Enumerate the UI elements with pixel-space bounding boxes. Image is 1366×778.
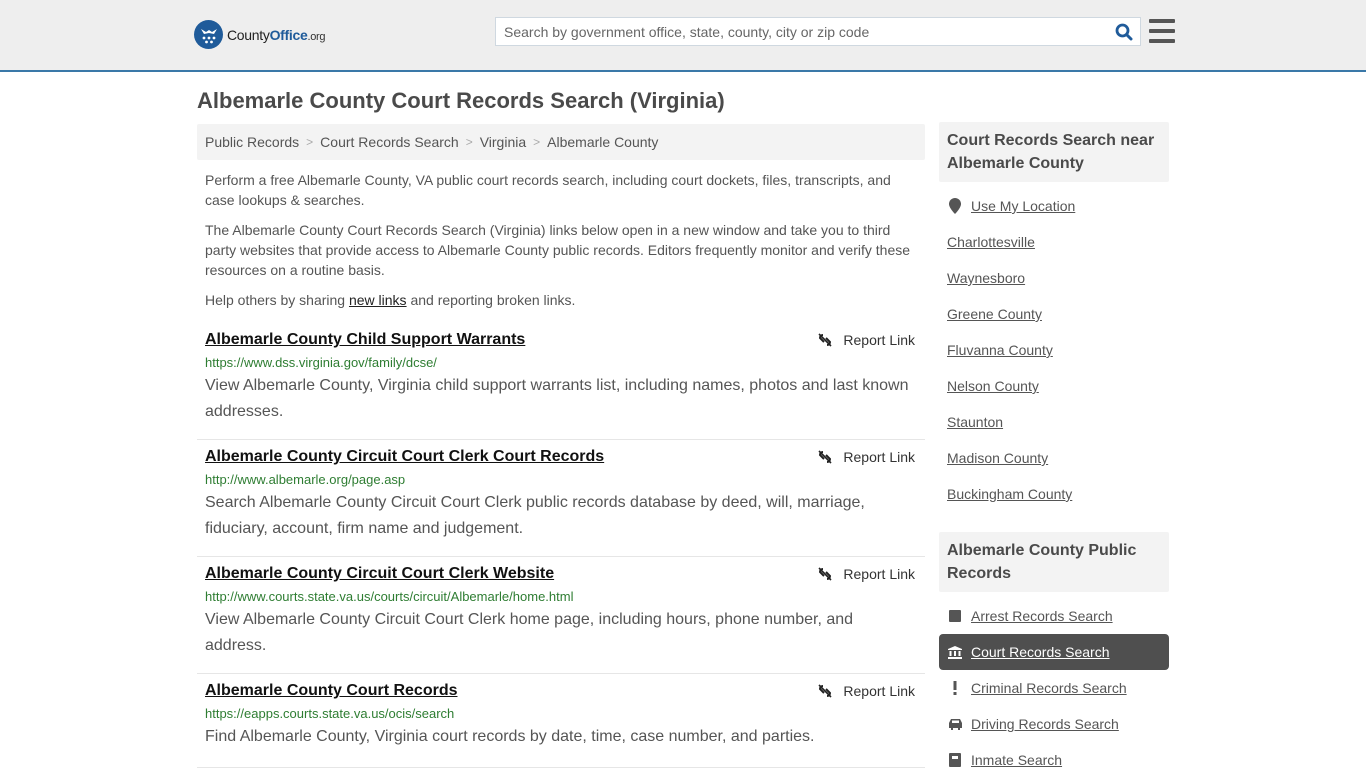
listing-description: View Albemarle County, Virginia child su… xyxy=(205,377,909,420)
public-records-heading: Albemarle County Public Records xyxy=(939,532,1169,592)
nearby-item: Staunton xyxy=(939,404,1169,440)
listing-url[interactable]: http://www.albemarle.org/page.asp xyxy=(205,472,917,487)
report-link-button[interactable]: Report Link xyxy=(817,683,915,699)
breadcrumb-virginia[interactable]: Virginia xyxy=(480,134,526,150)
use-my-location-item: Use My Location xyxy=(939,188,1169,224)
menu-bar-icon xyxy=(1149,29,1175,33)
listing-url[interactable]: https://eapps.courts.state.va.us/ocis/se… xyxy=(205,706,917,721)
menu-bar-icon xyxy=(1149,19,1175,23)
nearby-item: Waynesboro xyxy=(939,260,1169,296)
nearby-item: Fluvanna County xyxy=(939,332,1169,368)
nearby-link-madison-county[interactable]: Madison County xyxy=(947,450,1048,466)
nearby-item: Greene County xyxy=(939,296,1169,332)
nearby-link-charlottesville[interactable]: Charlottesville xyxy=(947,234,1035,250)
nearby-link-waynesboro[interactable]: Waynesboro xyxy=(947,270,1025,286)
report-link-label: Report Link xyxy=(843,683,915,699)
public-records-item: Driving Records Search xyxy=(939,706,1169,742)
nearby-item: Nelson County xyxy=(939,368,1169,404)
inmate-icon xyxy=(947,753,963,767)
criminal-records-search-link[interactable]: Criminal Records Search xyxy=(971,680,1127,696)
arrest-records-search-link[interactable]: Arrest Records Search xyxy=(971,608,1113,624)
eagle-stars-logo-icon xyxy=(194,20,223,49)
broken-link-icon xyxy=(818,333,832,347)
nearby-item: Buckingham County xyxy=(939,476,1169,512)
sidebar: Court Records Search near Albemarle Coun… xyxy=(939,122,1169,778)
logo-wordmark: CountyOffice.org xyxy=(227,26,326,43)
listing-item: Albemarle County Circuit Court Clerk Cou… xyxy=(197,440,925,557)
intro-p3-text-end: and reporting broken links. xyxy=(406,292,576,308)
logo-word-county: County xyxy=(227,26,270,43)
report-link-button[interactable]: Report Link xyxy=(817,449,915,465)
listing-description: Find Albemarle County, Virginia court re… xyxy=(205,728,815,745)
breadcrumb-court-records-search[interactable]: Court Records Search xyxy=(320,134,459,150)
nearby-item: Madison County xyxy=(939,440,1169,476)
search-icon xyxy=(1115,23,1133,40)
site-logo[interactable]: CountyOffice.org xyxy=(194,20,326,49)
broken-link-icon xyxy=(818,450,832,464)
listing-title-link[interactable]: Albemarle County Circuit Court Clerk Cou… xyxy=(205,448,604,466)
listing-description: View Albemarle County Circuit Court Cler… xyxy=(205,611,854,654)
nearby-link-nelson-county[interactable]: Nelson County xyxy=(947,378,1039,394)
car-icon xyxy=(947,718,963,730)
use-my-location-link[interactable]: Use My Location xyxy=(971,198,1075,214)
listing-url[interactable]: https://www.dss.virginia.gov/family/dcse… xyxy=(205,355,917,370)
breadcrumb-public-records[interactable]: Public Records xyxy=(205,134,299,150)
nearby-link-fluvanna-county[interactable]: Fluvanna County xyxy=(947,342,1053,358)
nearby-list: Use My Location Charlottesville Waynesbo… xyxy=(939,182,1169,512)
site-search xyxy=(495,17,1141,46)
report-link-button[interactable]: Report Link xyxy=(817,566,915,582)
report-link-button[interactable]: Report Link xyxy=(817,332,915,348)
public-records-item-active: Court Records Search xyxy=(939,634,1169,670)
report-link-label: Report Link xyxy=(843,332,915,348)
inmate-search-link[interactable]: Inmate Search xyxy=(971,752,1062,768)
page-title: Albemarle County Court Records Search (V… xyxy=(197,88,725,113)
new-links-link[interactable]: new links xyxy=(349,292,407,308)
listing-title-link[interactable]: Albemarle County Circuit Court Clerk Web… xyxy=(205,565,554,583)
public-records-item: Arrest Records Search xyxy=(939,598,1169,634)
site-header: CountyOffice.org xyxy=(0,0,1366,72)
courthouse-icon xyxy=(947,645,963,659)
breadcrumb-separator: > xyxy=(533,135,541,149)
record-listings: Albemarle County Child Support Warrants … xyxy=(197,323,925,768)
listing-item: Albemarle County Child Support Warrants … xyxy=(197,323,925,440)
logo-tld: .org xyxy=(307,30,326,43)
exclamation-icon xyxy=(947,681,963,695)
intro-text: Perform a free Albemarle County, VA publ… xyxy=(205,170,920,320)
public-records-item: Criminal Records Search xyxy=(939,670,1169,706)
breadcrumb-separator: > xyxy=(465,135,473,149)
listing-title-link[interactable]: Albemarle County Court Records xyxy=(205,682,457,700)
listing-title-link[interactable]: Albemarle County Child Support Warrants xyxy=(205,331,525,349)
listing-description: Search Albemarle County Circuit Court Cl… xyxy=(205,494,865,537)
breadcrumb: Public Records > Court Records Search > … xyxy=(197,124,925,160)
listing-item: Albemarle County Circuit Court Clerk Web… xyxy=(197,557,925,674)
menu-bar-icon xyxy=(1149,39,1175,43)
broken-link-icon xyxy=(818,684,832,698)
search-input[interactable] xyxy=(496,18,1108,45)
listing-item: Albemarle County Court Records Report Li… xyxy=(197,674,925,768)
nearby-item: Charlottesville xyxy=(939,224,1169,260)
intro-paragraph-2: The Albemarle County Court Records Searc… xyxy=(205,222,911,278)
nearby-link-staunton[interactable]: Staunton xyxy=(947,414,1003,430)
public-records-list: Arrest Records Search Court Records Sear… xyxy=(939,592,1169,778)
court-records-search-link[interactable]: Court Records Search xyxy=(971,644,1110,660)
report-link-label: Report Link xyxy=(843,566,915,582)
breadcrumb-albemarle-county[interactable]: Albemarle County xyxy=(547,134,658,150)
listing-url[interactable]: http://www.courts.state.va.us/courts/cir… xyxy=(205,589,917,604)
intro-paragraph-1: Perform a free Albemarle County, VA publ… xyxy=(205,172,891,208)
search-button[interactable] xyxy=(1108,18,1140,45)
logo-word-office: Office xyxy=(269,26,308,43)
map-pin-icon xyxy=(947,198,963,214)
broken-link-icon xyxy=(818,567,832,581)
intro-p3-text: Help others by sharing xyxy=(205,292,349,308)
nearby-link-greene-county[interactable]: Greene County xyxy=(947,306,1042,322)
nearby-link-buckingham-county[interactable]: Buckingham County xyxy=(947,486,1072,502)
square-icon xyxy=(947,610,963,622)
hamburger-menu-button[interactable] xyxy=(1149,19,1175,43)
driving-records-search-link[interactable]: Driving Records Search xyxy=(971,716,1119,732)
nearby-heading: Court Records Search near Albemarle Coun… xyxy=(939,122,1169,182)
report-link-label: Report Link xyxy=(843,449,915,465)
breadcrumb-separator: > xyxy=(306,135,314,149)
public-records-item: Inmate Search xyxy=(939,742,1169,778)
intro-paragraph-3: Help others by sharing new links and rep… xyxy=(205,290,920,310)
